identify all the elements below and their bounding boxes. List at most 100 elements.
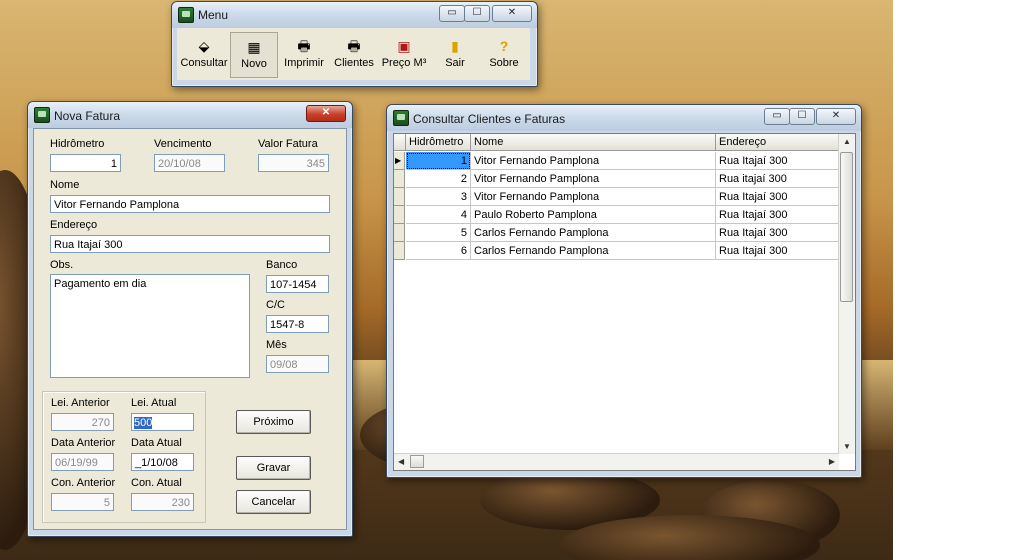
cell-hidrometro[interactable]: 2 [406,170,471,188]
row-indicator[interactable] [394,242,405,260]
horizontal-scrollbar[interactable]: ◀ ▶ [394,453,839,470]
menu-window: Menu ▭ ☐ ✕ ⬙ Consultar ▦ Novo 🖶 Imprimir… [171,1,538,87]
new-document-icon: ▦ [247,39,261,55]
cell-hidrometro[interactable]: 3 [406,188,471,206]
menu-titlebar[interactable]: Menu ▭ ☐ ✕ [172,2,537,28]
cell-hidrometro[interactable]: 1 [406,152,471,170]
mes-label: Mês [266,339,287,351]
tool-label: Sobre [489,57,519,69]
con-anterior-label: Con. Anterior [51,477,116,489]
cancelar-button[interactable]: Cancelar [236,490,311,514]
lei-atual-field[interactable]: 500 [131,413,194,431]
tool-label: Imprimir [284,57,324,69]
hidrometro-field[interactable]: 1 [50,154,121,172]
hidrometro-label: Hidrômetro [50,138,105,150]
tool-imprimir[interactable]: 🖶 Imprimir [280,32,328,78]
vertical-scroll-thumb[interactable] [840,152,853,302]
cell-endereco[interactable]: Rua Itajaí 300 [716,224,839,242]
column-header-nome[interactable]: Nome [471,134,716,151]
mes-field[interactable]: 09/08 [266,355,329,373]
column-header-hidrometro[interactable]: Hidrômetro [406,134,471,151]
clientes-grid[interactable]: Hidrômetro Nome Endereço ▶ 1 Vitor Fernand… [393,133,856,471]
tool-clientes[interactable]: 🖶 Clientes [330,32,378,78]
banco-label: Banco [266,259,298,271]
eraser-icon: ⬙ [198,38,210,54]
vencimento-label: Vencimento [154,138,212,150]
fatura-titlebar[interactable]: Nova Fatura ✕ [28,102,352,128]
row-indicator[interactable]: ▶ [394,152,405,170]
tool-consultar[interactable]: ⬙ Consultar [178,32,230,78]
cell-nome[interactable]: Carlos Fernando Pamplona [471,242,716,260]
tool-sobre[interactable]: ? Sobre [480,32,528,78]
tool-sair[interactable]: ▮ Sair [432,32,478,78]
cell-nome[interactable]: Vitor Fernando Pamplona [471,170,716,188]
row-indicator[interactable] [394,188,405,206]
calculator-icon: ▣ [397,38,411,54]
current-row-icon: ▶ [395,156,402,165]
tool-label: Sair [445,57,465,69]
tool-label: Novo [241,58,267,70]
cell-endereco[interactable]: Rua Itajaí 300 [716,152,839,170]
fatura-title: Nova Fatura [54,109,121,123]
gravar-button[interactable]: Gravar [236,456,311,480]
lei-anterior-field[interactable]: 270 [51,413,114,431]
maximize-button[interactable]: ☐ [789,108,815,125]
nome-field[interactable]: Vitor Fernando Pamplona [50,195,330,213]
data-atual-field[interactable]: _1/10/08 [131,453,194,471]
cell-hidrometro[interactable]: 5 [406,224,471,242]
tool-label: Consultar [180,57,228,69]
maximize-button[interactable]: ☐ [464,5,490,22]
cell-hidrometro[interactable]: 6 [406,242,471,260]
obs-textarea[interactable]: Pagamento em dia [50,274,250,378]
cell-endereco[interactable]: Rua Itajaí 300 [716,242,839,260]
printer-icon: 🖶 [297,38,311,54]
cell-nome[interactable]: Vitor Fernando Pamplona [471,152,716,170]
help-icon: ? [499,38,509,54]
cell-nome[interactable]: Paulo Roberto Pamplona [471,206,716,224]
tool-novo[interactable]: ▦ Novo [230,32,278,78]
fatura-form: Hidrômetro Vencimento Valor Fatura 1 20/… [33,128,347,530]
minimize-button[interactable]: ▭ [764,108,790,125]
con-atual-label: Con. Atual [131,477,182,489]
scroll-right-icon[interactable]: ▶ [829,457,835,466]
con-anterior-field[interactable]: 5 [51,493,114,511]
lei-atual-selected-text: 500 [134,417,153,429]
vertical-scrollbar[interactable]: ▲ ▼ [838,134,855,454]
tool-preco-m3[interactable]: ▣ Preço M³ [378,32,430,78]
close-button[interactable]: ✕ [492,5,532,22]
proximo-button[interactable]: Próximo [236,410,311,434]
scroll-up-icon[interactable]: ▲ [843,137,851,146]
valor-fatura-field[interactable]: 345 [258,154,329,172]
menu-title: Menu [198,8,229,22]
printer-list-icon: 🖶 [347,38,361,54]
cell-endereco[interactable]: Rua itajaí 300 [716,170,839,188]
cc-field[interactable]: 1547-8 [266,315,329,333]
close-button[interactable]: ✕ [816,108,856,125]
consultar-title: Consultar Clientes e Faturas [413,112,566,126]
row-indicator[interactable] [394,224,405,242]
cell-endereco[interactable]: Rua Itajaí 300 [716,188,839,206]
minimize-button[interactable]: ▭ [439,5,465,22]
row-indicator[interactable] [394,170,405,188]
cell-endereco[interactable]: Rua Itajaí 300 [716,206,839,224]
valor-fatura-label: Valor Fatura [258,138,318,150]
banco-field[interactable]: 107-1454 [266,275,329,293]
cell-hidrometro[interactable]: 4 [406,206,471,224]
lei-atual-label: Lei. Atual [131,397,177,409]
horizontal-scroll-thumb[interactable] [410,455,424,468]
column-header-endereco[interactable]: Endereço [716,134,839,151]
cell-nome[interactable]: Carlos Fernando Pamplona [471,224,716,242]
scroll-left-icon[interactable]: ◀ [398,457,404,466]
con-atual-field[interactable]: 230 [131,493,194,511]
exit-door-icon: ▮ [451,38,459,54]
row-indicator[interactable] [394,206,405,224]
cell-nome[interactable]: Vitor Fernando Pamplona [471,188,716,206]
endereco-field[interactable]: Rua Itajaí 300 [50,235,330,253]
close-button[interactable]: ✕ [306,105,346,122]
data-anterior-field[interactable]: 06/19/99 [51,453,114,471]
scroll-down-icon[interactable]: ▼ [843,442,851,451]
vencimento-field[interactable]: 20/10/08 [154,154,225,172]
consultar-titlebar[interactable]: Consultar Clientes e Faturas ▭ ☐ ✕ [387,105,861,131]
endereco-label: Endereço [50,219,98,231]
nova-fatura-window: Nova Fatura ✕ Hidrômetro Vencimento Valo… [27,101,353,537]
